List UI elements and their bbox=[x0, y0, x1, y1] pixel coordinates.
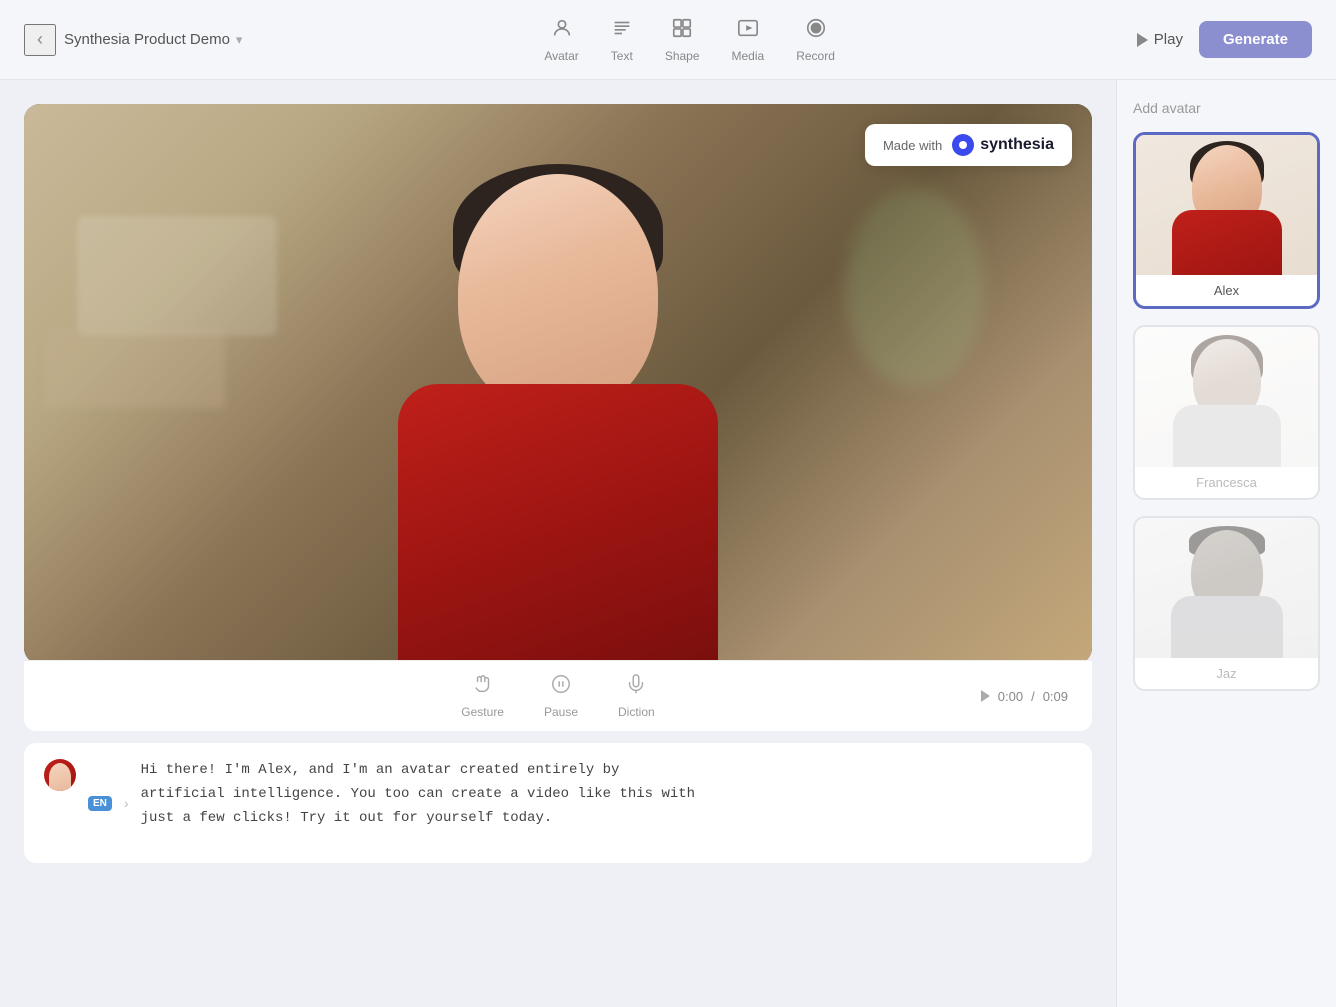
francesca-card-image bbox=[1135, 327, 1318, 467]
pause-control[interactable]: Pause bbox=[544, 673, 578, 719]
text-icon bbox=[611, 17, 633, 45]
alex-body bbox=[1172, 210, 1282, 275]
avatar-body bbox=[398, 384, 718, 664]
diction-icon bbox=[625, 673, 647, 701]
media-icon bbox=[737, 17, 759, 45]
project-title-area[interactable]: Synthesia Product Demo ▾ bbox=[64, 31, 242, 48]
tool-media[interactable]: Media bbox=[732, 17, 765, 63]
watermark-logo: synthesia bbox=[952, 134, 1054, 156]
tool-shape[interactable]: Shape bbox=[665, 17, 700, 63]
canvas-area: Made with synthesia bbox=[0, 80, 1116, 1007]
francesca-body bbox=[1173, 405, 1281, 467]
avatar-card-jaz[interactable]: Jaz bbox=[1133, 516, 1320, 691]
video-background: Made with synthesia bbox=[24, 104, 1092, 664]
tool-record[interactable]: Record bbox=[796, 17, 835, 63]
francesca-name: Francesca bbox=[1135, 467, 1318, 498]
script-avatar-thumbnail bbox=[44, 759, 76, 791]
avatar-preview bbox=[348, 144, 768, 664]
main-layout: Made with synthesia bbox=[0, 80, 1336, 1007]
synthesia-brand: synthesia bbox=[980, 136, 1054, 154]
controls-container: Gesture Pause bbox=[24, 660, 1092, 731]
record-icon bbox=[805, 17, 827, 45]
avatar-card-francesca[interactable]: Francesca bbox=[1133, 325, 1320, 500]
mini-play-icon[interactable] bbox=[981, 690, 990, 702]
avatar-card-alex[interactable]: Alex bbox=[1133, 132, 1320, 309]
gesture-control[interactable]: Gesture bbox=[461, 673, 504, 719]
toolbar: Avatar Text Shape bbox=[544, 17, 835, 63]
script-area: EN › Hi there! I'm Alex, and I'm an avat… bbox=[24, 743, 1092, 863]
time-separator: / bbox=[1031, 689, 1035, 704]
pause-label: Pause bbox=[544, 705, 578, 719]
shape-tool-label: Shape bbox=[665, 49, 700, 63]
avatar-list: Alex Francesca Jaz bbox=[1133, 132, 1320, 691]
watermark: Made with synthesia bbox=[865, 124, 1072, 166]
generate-button[interactable]: Generate bbox=[1199, 21, 1312, 58]
alex-name: Alex bbox=[1136, 275, 1317, 306]
project-title: Synthesia Product Demo bbox=[64, 31, 230, 48]
title-chevron-icon: ▾ bbox=[236, 32, 243, 48]
bg-element-1 bbox=[77, 216, 277, 336]
synthesia-icon bbox=[952, 134, 974, 156]
jaz-body bbox=[1171, 596, 1283, 658]
script-text[interactable]: Hi there! I'm Alex, and I'm an avatar cr… bbox=[141, 759, 1072, 830]
topbar-actions: Play Generate bbox=[1137, 21, 1312, 58]
gesture-icon bbox=[472, 673, 494, 701]
time-display: 0:00 / 0:09 bbox=[981, 689, 1068, 704]
video-preview: Made with synthesia bbox=[24, 104, 1092, 664]
shape-icon bbox=[671, 17, 693, 45]
media-tool-label: Media bbox=[732, 49, 765, 63]
tool-avatar[interactable]: Avatar bbox=[544, 17, 578, 63]
jaz-card-image bbox=[1135, 518, 1318, 658]
script-expand-icon[interactable]: › bbox=[124, 795, 129, 811]
script-avatar-face bbox=[49, 763, 71, 791]
alex-card-image bbox=[1136, 135, 1317, 275]
record-tool-label: Record bbox=[796, 49, 835, 63]
sidebar-title: Add avatar bbox=[1133, 100, 1320, 116]
avatar-icon bbox=[551, 17, 573, 45]
controls-bar: Gesture Pause bbox=[24, 660, 1092, 731]
watermark-made-with: Made with bbox=[883, 138, 942, 153]
time-current: 0:00 bbox=[998, 689, 1023, 704]
pause-icon bbox=[550, 673, 572, 701]
text-tool-label: Text bbox=[611, 49, 633, 63]
language-badge: EN bbox=[88, 796, 112, 811]
play-label: Play bbox=[1154, 31, 1183, 48]
back-button[interactable]: ‹ bbox=[24, 24, 56, 56]
topbar: ‹ Synthesia Product Demo ▾ Avatar Text bbox=[0, 0, 1336, 80]
avatar-head bbox=[458, 174, 658, 414]
gesture-label: Gesture bbox=[461, 705, 504, 719]
bg-element-3 bbox=[845, 188, 985, 388]
diction-control[interactable]: Diction bbox=[618, 673, 655, 719]
jaz-name: Jaz bbox=[1135, 658, 1318, 689]
time-total: 0:09 bbox=[1043, 689, 1068, 704]
avatar-tool-label: Avatar bbox=[544, 49, 578, 63]
bg-element-2 bbox=[45, 328, 225, 408]
play-triangle-icon bbox=[1137, 33, 1148, 47]
right-sidebar: Add avatar Alex Francesca bbox=[1116, 80, 1336, 1007]
play-button[interactable]: Play bbox=[1137, 31, 1183, 48]
tool-text[interactable]: Text bbox=[611, 17, 633, 63]
diction-label: Diction bbox=[618, 705, 655, 719]
